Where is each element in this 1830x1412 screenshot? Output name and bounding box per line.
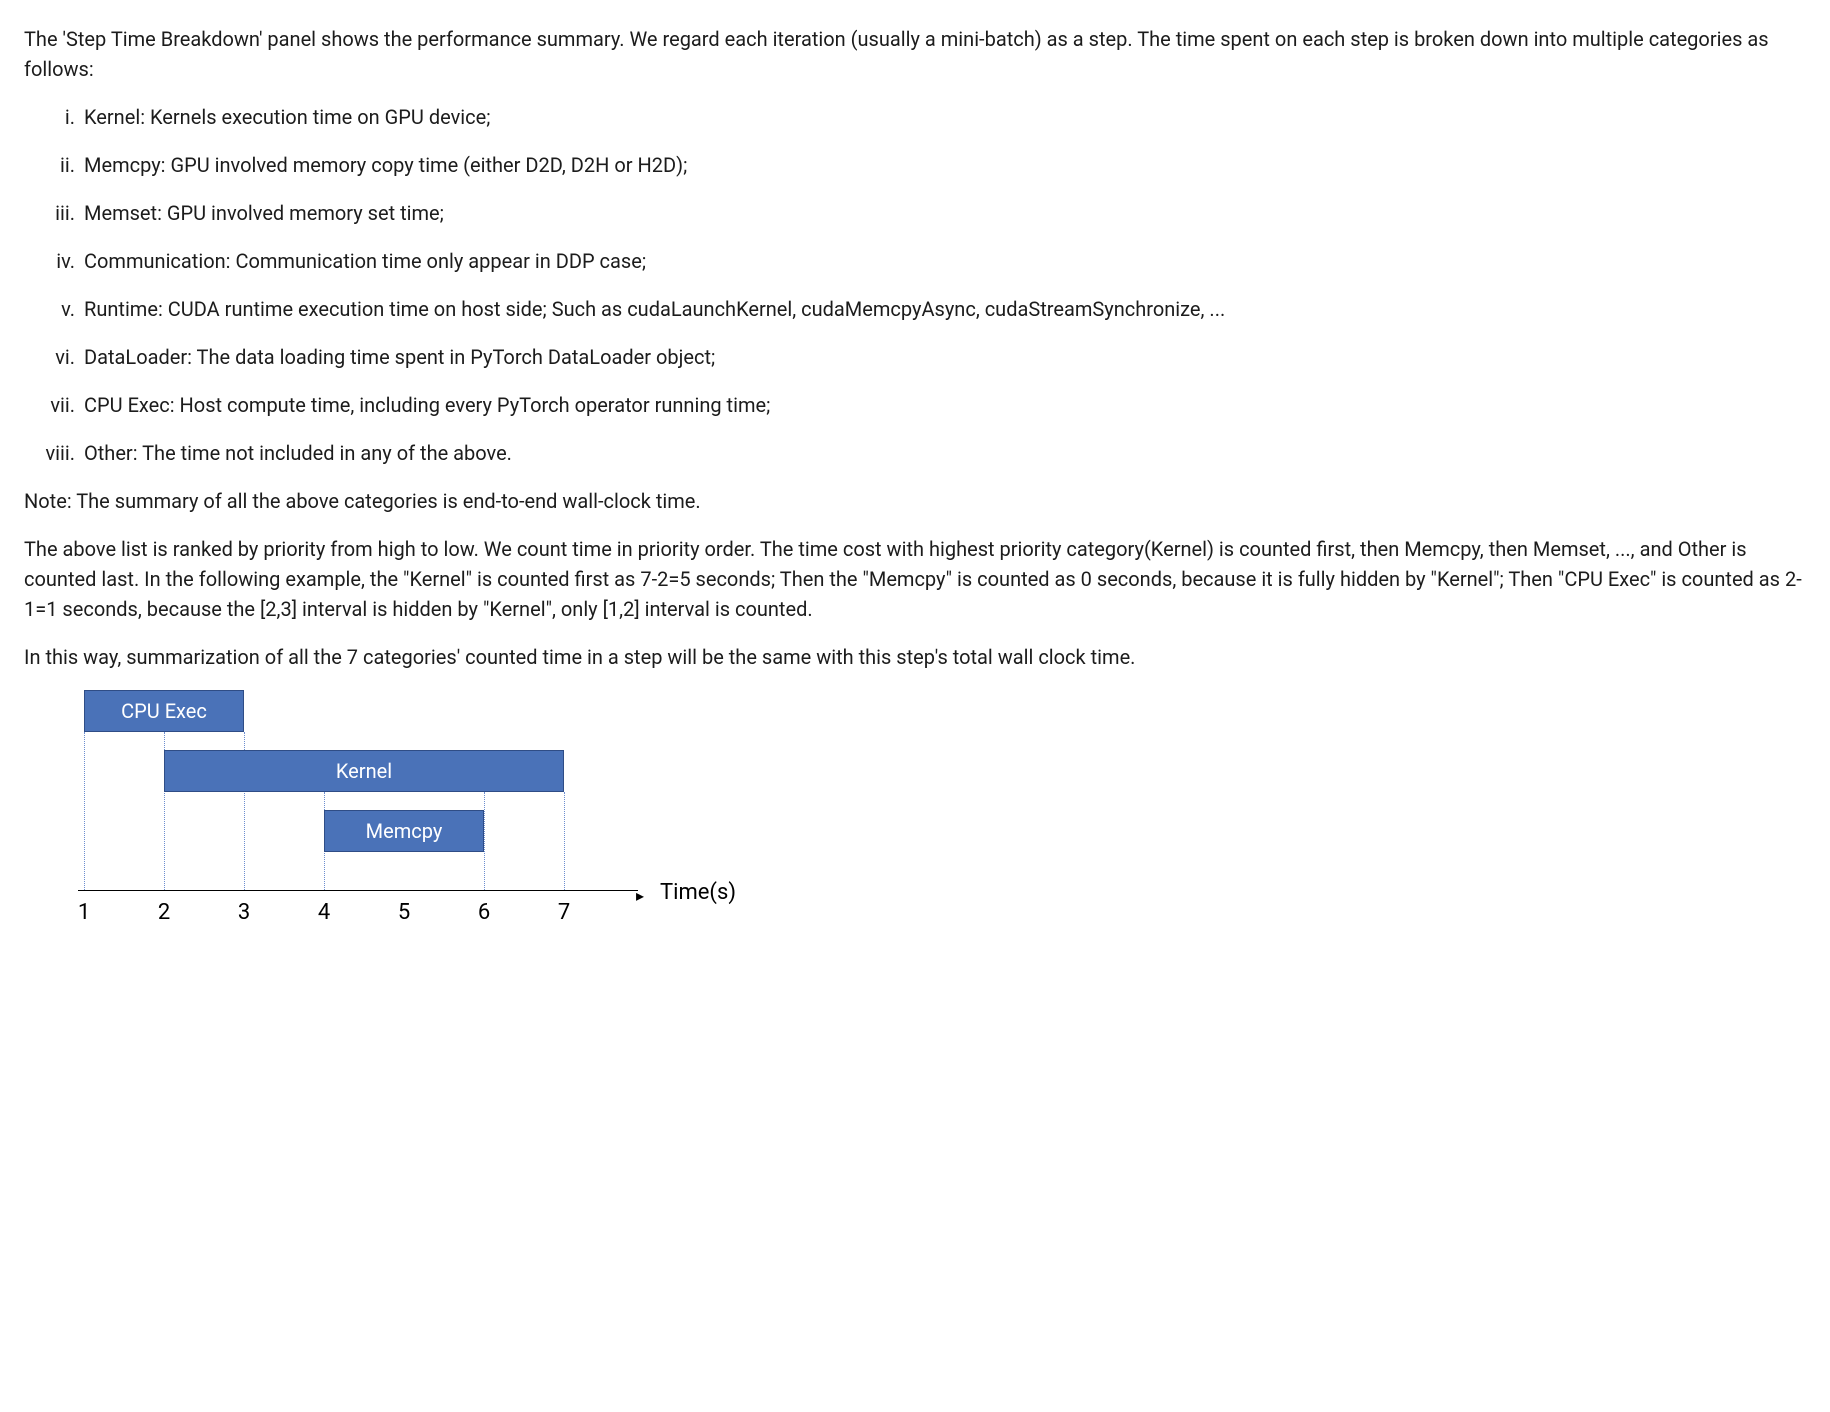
x-tick: 3 (238, 896, 250, 929)
bar-label: Memcpy (366, 816, 443, 846)
summary-paragraph: In this way, summarization of all the 7 … (24, 642, 1804, 672)
x-tick: 4 (318, 896, 330, 929)
intro-paragraph: The 'Step Time Breakdown' panel shows th… (24, 24, 1804, 84)
list-item: Kernel: Kernels execution time on GPU de… (80, 102, 1804, 132)
timeline-chart: CPU Exec Kernel Memcpy ▸ Time(s) 1 2 3 4… (24, 690, 664, 950)
bar-cpu-exec: CPU Exec (84, 690, 244, 732)
list-item: Memset: GPU involved memory set time; (80, 198, 1804, 228)
priority-paragraph: The above list is ranked by priority fro… (24, 534, 1804, 624)
list-item: CPU Exec: Host compute time, including e… (80, 390, 1804, 420)
x-axis-label: Time(s) (660, 876, 736, 909)
x-tick: 5 (398, 896, 410, 929)
list-item: Runtime: CUDA runtime execution time on … (80, 294, 1804, 324)
arrow-right-icon: ▸ (636, 884, 644, 908)
bar-memcpy: Memcpy (324, 810, 484, 852)
list-item: DataLoader: The data loading time spent … (80, 342, 1804, 372)
x-axis (78, 890, 638, 891)
x-tick: 2 (158, 896, 170, 929)
list-item: Communication: Communication time only a… (80, 246, 1804, 276)
gridline (84, 732, 85, 890)
category-list: Kernel: Kernels execution time on GPU de… (24, 102, 1804, 468)
x-tick: 1 (78, 896, 90, 929)
x-tick: 6 (478, 896, 490, 929)
bar-kernel: Kernel (164, 750, 564, 792)
gridline (484, 792, 485, 890)
note-paragraph: Note: The summary of all the above categ… (24, 486, 1804, 516)
bar-label: CPU Exec (121, 696, 207, 726)
x-tick: 7 (558, 896, 570, 929)
gridline (564, 792, 565, 890)
list-item: Memcpy: GPU involved memory copy time (e… (80, 150, 1804, 180)
list-item: Other: The time not included in any of t… (80, 438, 1804, 468)
bar-label: Kernel (336, 756, 392, 786)
